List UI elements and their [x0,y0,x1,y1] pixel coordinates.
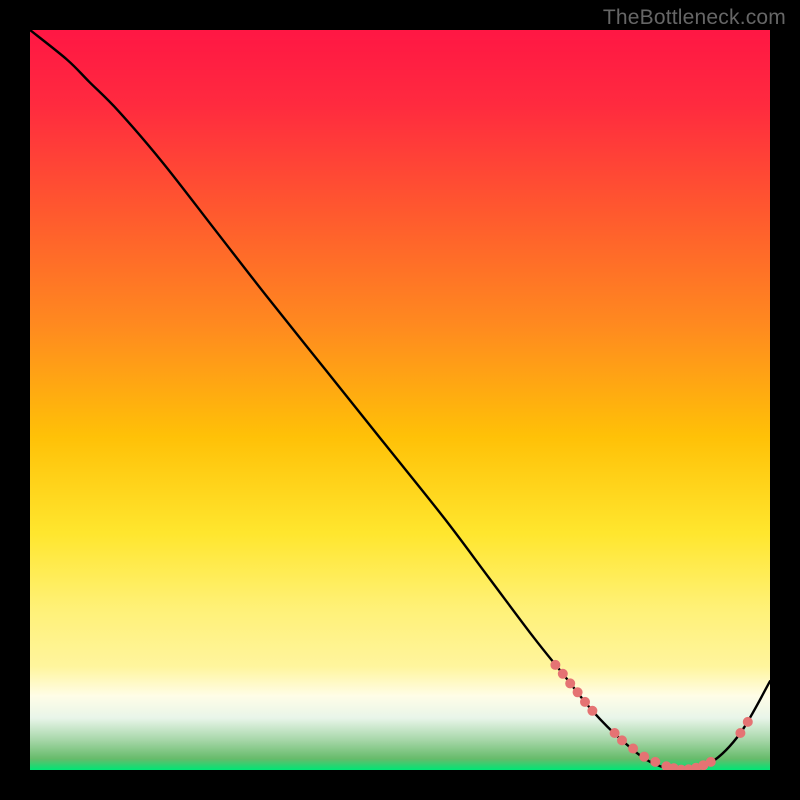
marker-point [743,717,753,727]
marker-point [639,752,649,762]
chart-background [30,30,770,770]
marker-point [580,697,590,707]
marker-point [628,744,638,754]
marker-point [573,687,583,697]
marker-point [550,660,560,670]
marker-point [706,757,716,767]
marker-point [617,735,627,745]
marker-point [558,669,568,679]
chart-container: TheBottleneck.com [0,0,800,800]
marker-point [650,757,660,767]
marker-point [565,678,575,688]
marker-point [587,706,597,716]
chart-svg [30,30,770,770]
watermark-text: TheBottleneck.com [603,6,786,30]
marker-point [735,728,745,738]
plot-area [30,30,770,770]
marker-point [610,728,620,738]
